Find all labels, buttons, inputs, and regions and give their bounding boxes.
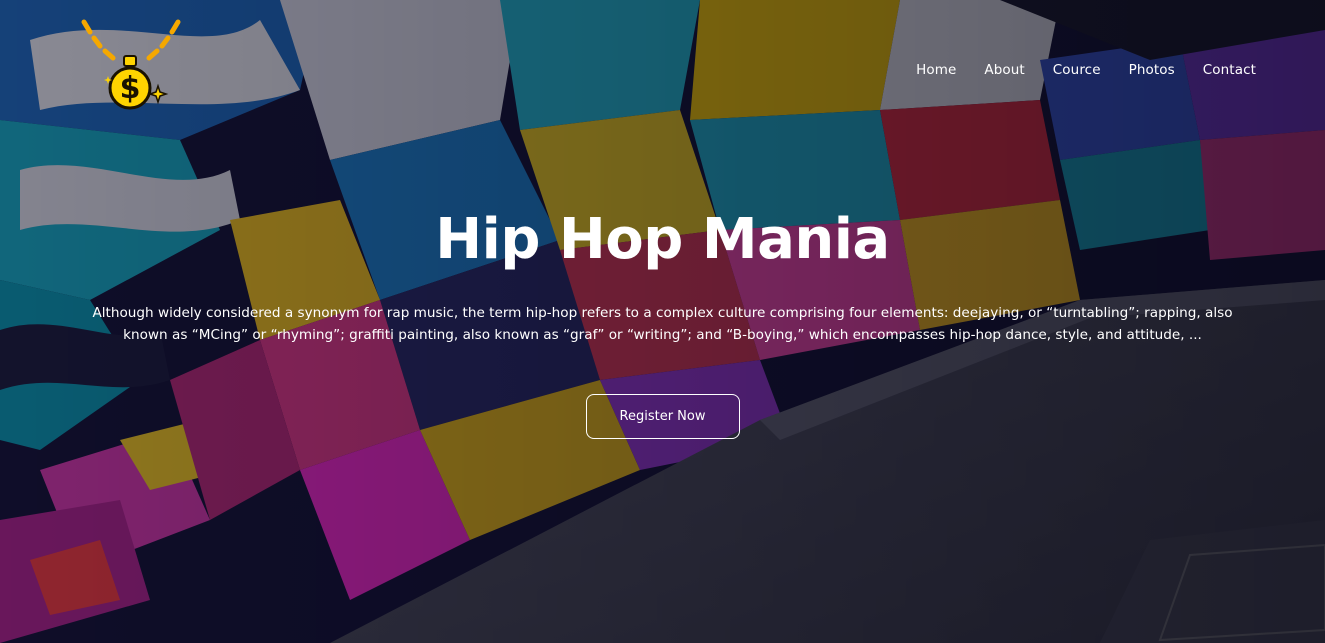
- hero-title: Hip Hop Mania: [435, 207, 890, 272]
- main-nav: Home About Cource Photos Contact: [916, 62, 1256, 78]
- gold-chain-dollar-icon: $: [81, 19, 181, 110]
- brand-logo[interactable]: $: [78, 16, 186, 120]
- hero-description: Although widely considered a synonym for…: [92, 305, 1233, 343]
- hero-section: $ Home About Cource Photos Contact Hip H…: [0, 0, 1325, 643]
- nav-item-photos[interactable]: Photos: [1129, 62, 1175, 78]
- nav-item-home[interactable]: Home: [916, 62, 956, 78]
- nav-item-contact[interactable]: Contact: [1203, 62, 1256, 78]
- nav-item-about[interactable]: About: [984, 62, 1024, 78]
- hero-content: Hip Hop Mania Although widely considered…: [0, 198, 1325, 439]
- nav-item-cource[interactable]: Cource: [1053, 62, 1101, 78]
- svg-text:$: $: [120, 71, 141, 106]
- register-now-button[interactable]: Register Now: [585, 394, 740, 439]
